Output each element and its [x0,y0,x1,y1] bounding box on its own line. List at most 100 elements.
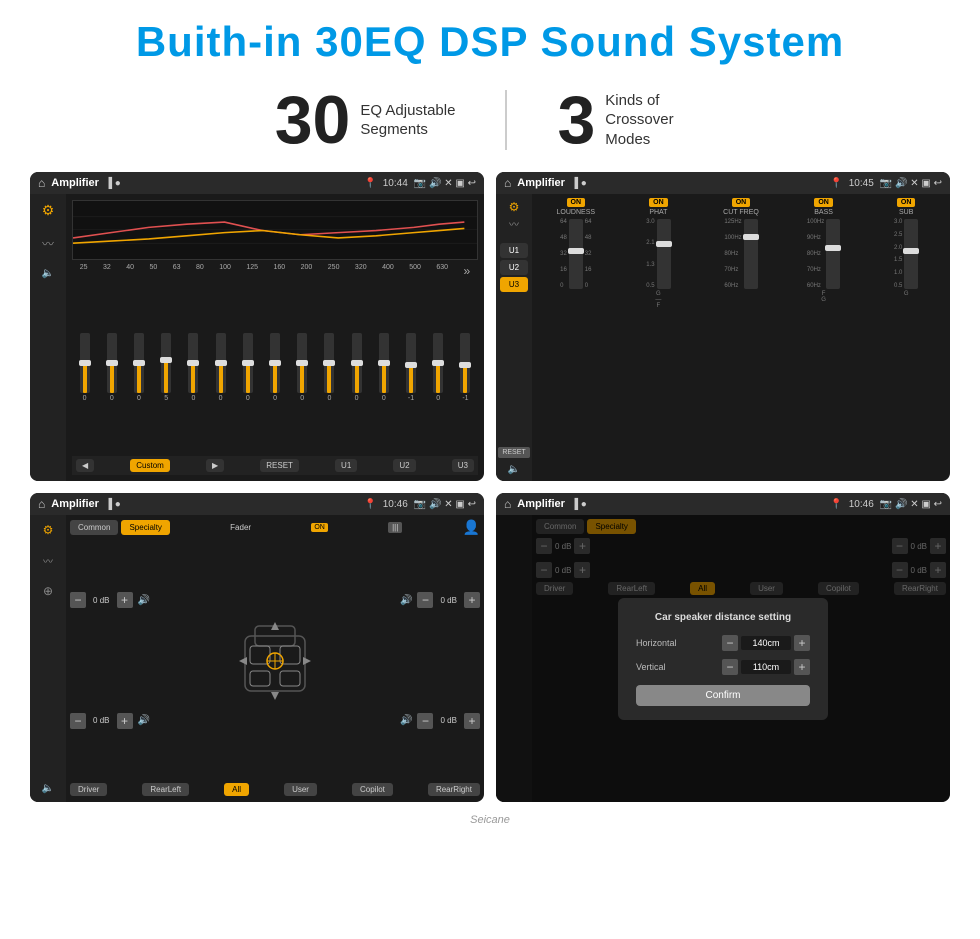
cx-u3-btn[interactable]: U3 [500,277,528,292]
cx-bass-on[interactable]: ON [814,198,833,207]
cx-u2-btn[interactable]: U2 [500,260,528,275]
eq-u2-btn[interactable]: U2 [393,459,415,472]
eq-app-title: Amplifier [51,177,99,189]
sp-db-row-1: − 0 dB + 🔊 [70,592,150,608]
eq-tune-icon[interactable]: ⚙ [42,202,55,219]
crossover-number: 3 [557,86,595,154]
sp-home-icon[interactable]: ⌂ [38,497,45,511]
eq-u3-btn[interactable]: U3 [452,459,474,472]
cx-sub-channel: ON SUB 3.02.52.01.51.00.5 G [866,198,946,477]
sp-fader-on[interactable]: ON [311,523,328,532]
cx-bass-channel: ON BASS 100Hz90Hz80Hz70Hz60Hz F G [784,198,864,477]
eq-main: 253240506380100125160200250320400500630 … [66,194,484,481]
sp-plus-2[interactable]: + [117,713,133,729]
sp-speaker-icon-4: 🔊 [400,715,412,726]
eq-slider-14: 0 [426,333,451,402]
sp-db-row-3: 🔊 − 0 dB + [400,592,480,608]
sp-copilot-btn[interactable]: Copilot [352,783,393,796]
modal-horizontal-value: 140cm [741,636,791,650]
modal-vertical-label: Vertical [636,662,666,672]
modal-horizontal-minus[interactable]: − [722,635,738,651]
modal-vertical-input: − 110cm + [722,659,810,675]
screens-grid: ⌂ Amplifier ▐ ● 📍 10:44 📷 🔊 ✕ ▣ ↩ ⚙ 〰 🔈 [0,172,980,812]
sp-user-btn[interactable]: User [284,783,317,796]
eq-slider-13: -1 [398,333,423,402]
modal-dialog: Car speaker distance setting Horizontal … [618,598,828,720]
cx-cutfreq-slider[interactable] [744,219,758,289]
sp-bt-icon[interactable]: ⊕ [43,584,53,598]
cx-loudness-slider[interactable] [569,219,583,289]
modal-home-icon[interactable]: ⌂ [504,497,511,511]
crossover-label: Kinds of Crossover Modes [605,91,705,150]
cx-reset-btn[interactable]: RESET [498,447,529,458]
modal-vertical-value: 110cm [741,660,791,674]
sp-speaker-icon-1: 🔊 [138,595,150,606]
eq-custom-btn[interactable]: Custom [130,459,170,472]
eq-reset-btn[interactable]: RESET [260,459,299,472]
sp-rearright-btn[interactable]: RearRight [428,783,480,796]
cx-sidebar: ⚙ 〰 U1 U2 U3 RESET 🔈 [496,194,532,481]
sp-rearleft-btn[interactable]: RearLeft [142,783,189,796]
sp-user-icon[interactable]: 👤 [463,519,480,536]
page-title: Buith-in 30EQ DSP Sound System [0,18,980,66]
modal-horizontal-label: Horizontal [636,638,677,648]
sp-specialty-btn[interactable]: Specialty [121,520,169,535]
sp-minus-4[interactable]: − [417,713,433,729]
modal-vertical-plus[interactable]: + [794,659,810,675]
sp-all-btn[interactable]: All [224,783,249,796]
sp-tune-icon[interactable]: ⚙ [43,523,54,537]
cx-home-icon[interactable]: ⌂ [504,176,511,190]
cx-phat-on[interactable]: ON [649,198,668,207]
cx-main: ON LOUDNESS 644832160 644832160 [532,194,950,481]
home-icon[interactable]: ⌂ [38,176,45,190]
modal-overlay: Car speaker distance setting Horizontal … [496,515,950,802]
sp-driver-btn[interactable]: Driver [70,783,107,796]
cx-cutfreq-channel: ON CUT FREQ 125Hz100Hz80Hz70Hz60Hz [701,198,781,477]
sp-top-bar: Common Specialty Fader ON ||| 👤 [70,519,480,536]
eq-wave-icon[interactable]: 〰 [42,235,54,252]
speaker-screen: ⌂ Amplifier ▐ ● 📍 10:46 📷 🔊 ✕ ▣ ↩ ⚙ 〰 ⊕ … [30,493,484,802]
cx-phat-slider[interactable] [657,219,671,289]
sp-bottom-bar: Driver RearLeft All User Copilot RearRig… [70,781,480,798]
eq-slider-10: 0 [317,333,342,402]
cx-loudness-on[interactable]: ON [567,198,586,207]
cx-u1-btn[interactable]: U1 [500,243,528,258]
sp-plus-4[interactable]: + [464,713,480,729]
sp-sidebar: ⚙ 〰 ⊕ 🔈 [30,515,66,802]
eq-graph [72,200,478,260]
sp-plus-1[interactable]: + [117,592,133,608]
cx-cutfreq-on[interactable]: ON [732,198,751,207]
sp-common-btn[interactable]: Common [70,520,118,535]
eq-play-btn[interactable]: ▶ [206,459,224,472]
sp-minus-2[interactable]: − [70,713,86,729]
eq-expand-icon[interactable]: » [463,264,470,278]
modal-horizontal-plus[interactable]: + [794,635,810,651]
eq-slider-15: -1 [453,333,478,402]
eq-u1-btn[interactable]: U1 [335,459,357,472]
sp-fader-slider[interactable]: ||| [388,522,402,533]
eq-slider-3: 0 [126,333,151,402]
cx-sub-on[interactable]: ON [897,198,916,207]
cx-phat-channel: ON PHAT 3.02.11.30.5 G — F [619,198,699,477]
sp-minus-1[interactable]: − [70,592,86,608]
sp-db-row-4: 🔊 − 0 dB + [400,713,480,729]
eq-slider-2: 0 [99,333,124,402]
sp-minus-3[interactable]: − [417,592,433,608]
eq-prev-btn[interactable]: ◀ [76,459,94,472]
cx-sub-slider[interactable] [904,219,918,289]
page-header: Buith-in 30EQ DSP Sound System [0,0,980,76]
cx-wave-icon[interactable]: 〰 [509,216,519,231]
sp-vol-icon[interactable]: 🔈 [42,783,54,794]
cx-bass-slider[interactable] [826,219,840,289]
sp-plus-3[interactable]: + [464,592,480,608]
cx-tune-icon[interactable]: ⚙ [509,200,520,214]
modal-vertical-minus[interactable]: − [722,659,738,675]
sp-wave-icon[interactable]: 〰 [43,553,53,568]
sp-speaker-icon-2: 🔊 [138,715,150,726]
cx-loudness-channel: ON LOUDNESS 644832160 644832160 [536,198,616,477]
confirm-button[interactable]: Confirm [636,685,810,706]
modal-app-title: Amplifier [517,498,565,510]
crossover-stat: 3 Kinds of Crossover Modes [507,86,755,154]
eq-volume-icon[interactable]: 🔈 [42,268,54,279]
sp-controls: − 0 dB + 🔊 − 0 dB + 🔊 [70,540,480,781]
